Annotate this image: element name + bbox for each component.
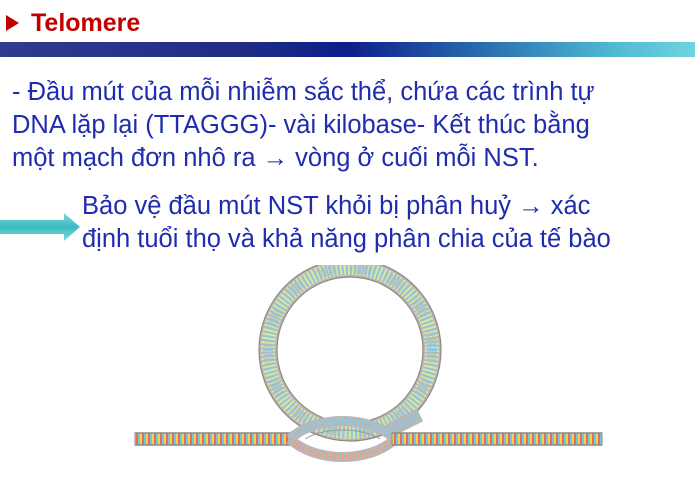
telomere-function: Bảo vệ đầu mút NST khỏi bị phân huỷ → xá… [82, 190, 611, 256]
definition-line: một mạch đơn nhô ra → vòng ở cuối mỗi NS… [12, 144, 539, 172]
function-line: Bảo vệ đầu mút NST khỏi bị phân huỷ → xá… [82, 192, 591, 220]
telomere-definition: - Đầu mút của mỗi nhiễm sắc thể, chứa cá… [12, 76, 682, 175]
triangle-right-icon [6, 15, 19, 31]
overhang-tail [391, 432, 603, 446]
t-loop-diagram [134, 265, 603, 462]
duplex-tail [134, 432, 296, 446]
definition-line: DNA lặp lại (TTAGGG)- vài kilobase- Kết … [12, 111, 590, 139]
title-divider-bar [0, 42, 695, 57]
slide-title: Telomere [31, 9, 141, 37]
arrow-right-icon [0, 213, 80, 241]
title-row: Telomere [6, 8, 140, 38]
function-line: định tuổi thọ và khả năng phân chia của … [82, 225, 611, 253]
definition-line: - Đầu mút của mỗi nhiễm sắc thể, chứa cá… [12, 78, 595, 106]
